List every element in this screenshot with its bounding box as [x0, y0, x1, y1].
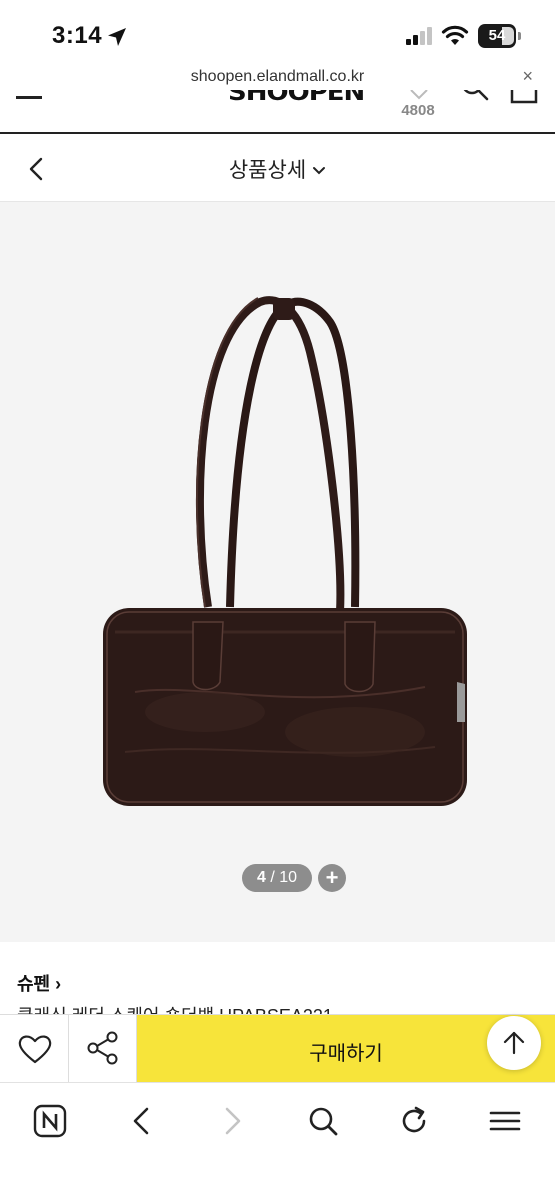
scroll-to-top-button[interactable]	[487, 1016, 541, 1070]
search-icon[interactable]	[303, 1101, 343, 1141]
refresh-icon[interactable]	[394, 1101, 434, 1141]
battery-level: 54	[488, 27, 506, 44]
naver-icon[interactable]	[30, 1101, 70, 1141]
pager-total: 10	[279, 869, 298, 886]
brand-link[interactable]: 슈펜 ›	[17, 970, 61, 996]
back-icon[interactable]	[122, 1101, 162, 1141]
wish-button[interactable]	[0, 1015, 69, 1083]
arrow-up-icon	[503, 1031, 525, 1055]
brand-name[interactable]: 슈펜	[17, 974, 50, 994]
cart-icon[interactable]	[509, 90, 539, 106]
pager-separator: /	[270, 869, 275, 886]
product-name: 클래식 레더 스퀘어 숄더백 HPABSEA221	[17, 1002, 333, 1014]
pager-current: 4	[256, 869, 266, 886]
status-bar: 3:14 54	[0, 0, 555, 68]
site-header: SHOOPEN 4808	[0, 90, 555, 134]
signal-icon	[406, 27, 432, 45]
page-title-text: 상품상세	[228, 159, 307, 182]
share-button[interactable]	[69, 1015, 137, 1083]
forward-icon[interactable]	[212, 1101, 252, 1141]
wish-count[interactable]: 4808	[395, 102, 441, 119]
hamburger-icon[interactable]	[16, 96, 42, 99]
site-logo[interactable]: SHOOPEN	[228, 90, 365, 107]
product-image	[103, 296, 467, 806]
location-arrow-icon	[108, 28, 126, 46]
search-icon[interactable]	[460, 90, 492, 106]
browser-toolbar	[0, 1082, 555, 1200]
url-text[interactable]: shoopen.elandmall.co.kr	[0, 68, 555, 86]
chevron-down-icon[interactable]	[312, 166, 326, 176]
heart-icon	[18, 1035, 52, 1064]
page-header: 상품상세	[0, 136, 555, 202]
product-image-gallery[interactable]: 4 / 10 +	[0, 202, 555, 942]
status-time: 3:14	[52, 22, 103, 49]
brand-arrow: ›	[55, 974, 62, 994]
product-info: 슈펜 › 클래식 레더 스퀘어 숄더백 HPABSEA221	[0, 942, 555, 1014]
wifi-icon	[441, 25, 469, 45]
menu-icon[interactable]	[485, 1101, 525, 1141]
zoom-plus-button[interactable]: +	[318, 864, 346, 892]
close-icon[interactable]: ×	[522, 66, 533, 87]
page-title[interactable]: 상품상세	[0, 154, 555, 184]
share-icon	[87, 1031, 118, 1065]
battery-icon: 54	[478, 24, 521, 48]
purchase-action-bar: 구매하기	[0, 1014, 555, 1083]
image-pager: 4 / 10	[242, 864, 312, 892]
